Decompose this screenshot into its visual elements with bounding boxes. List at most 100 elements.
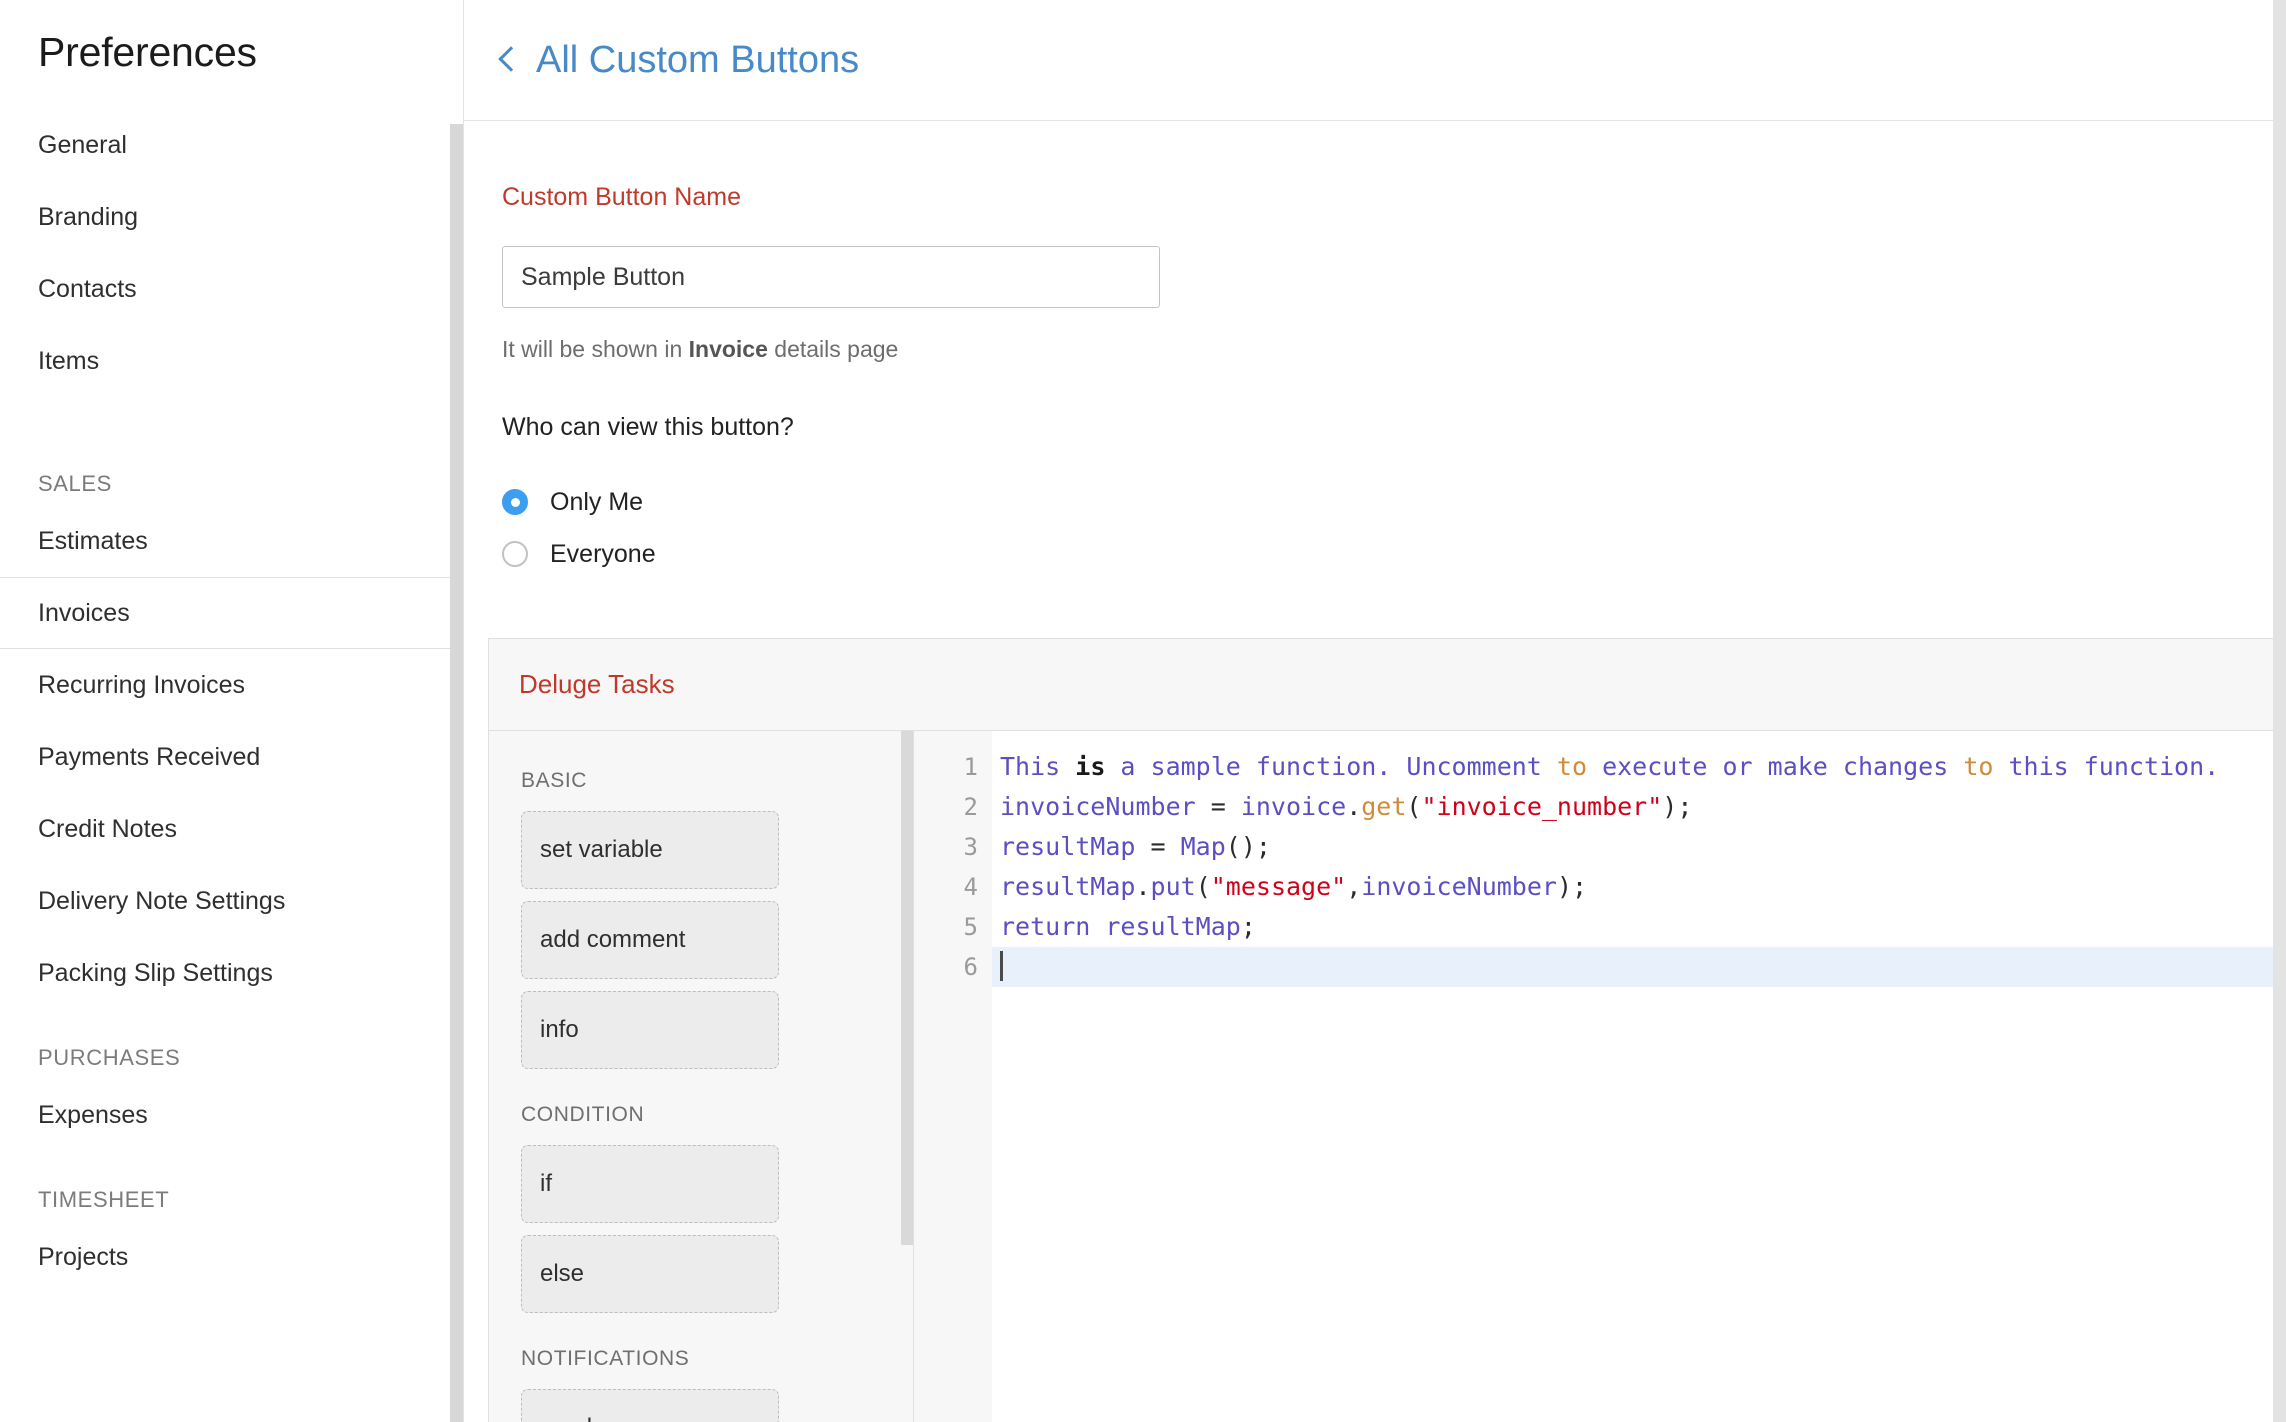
code-token: (: [1406, 792, 1422, 821]
code-token: );: [1662, 792, 1693, 821]
task-chip-else[interactable]: else: [521, 1235, 779, 1313]
code-token: get: [1361, 792, 1407, 821]
code-token: Map: [1180, 832, 1226, 861]
sidebar-item-recurring-invoices[interactable]: Recurring Invoices: [0, 649, 463, 721]
line-number: 1: [963, 753, 978, 781]
line-number: 3: [963, 833, 978, 861]
code-line[interactable]: resultMap = Map();: [992, 827, 2286, 867]
editor-line-number-gutter: 1 2 3 4 5 6: [914, 731, 992, 1422]
code-token: "invoice_number": [1421, 792, 1663, 821]
deluge-tasks-panel: Deluge Tasks ? Help BASIC set variable add…: [488, 638, 2286, 1422]
sidebar-item-invoices[interactable]: Invoices: [0, 577, 463, 650]
sidebar-item-general[interactable]: General: [0, 109, 463, 181]
sidebar-item-payments-received[interactable]: Payments Received: [0, 721, 463, 793]
text-cursor: [1000, 951, 1003, 981]
app-root: Preferences General Branding Contacts Items…: [0, 0, 2286, 1422]
line-number: 5: [963, 913, 978, 941]
page-title: Preferences: [38, 29, 257, 75]
editor-code-area[interactable]: This is a sample function. Uncomment to …: [992, 731, 2286, 1422]
line-number: 2: [963, 793, 978, 821]
code-token: .: [1346, 792, 1362, 821]
sidebar-item-projects[interactable]: Projects: [0, 1221, 463, 1293]
task-chip-if[interactable]: if: [521, 1145, 779, 1223]
back-to-all-custom-buttons-link[interactable]: All Custom Buttons: [498, 38, 860, 82]
sidebar-item-packing-slip-settings[interactable]: Packing Slip Settings: [0, 937, 463, 1009]
code-line[interactable]: resultMap.put("message",invoiceNumber);: [992, 867, 2286, 907]
task-chip-send-sms[interactable]: send sms: [521, 1389, 779, 1422]
task-chip-info[interactable]: info: [521, 991, 779, 1069]
sidebar-scrollbar[interactable]: [450, 124, 463, 1422]
code-token: ();: [1225, 832, 1271, 861]
preferences-nav: General Branding Contacts Items SALES Estimat…: [0, 109, 463, 1293]
sidebar-item-credit-notes[interactable]: Credit Notes: [0, 793, 463, 865]
code-line[interactable]: invoiceNumber = invoice.get("invoice_num…: [992, 787, 2286, 827]
radio-option-everyone[interactable]: Everyone: [502, 528, 2286, 580]
deluge-panel-header: Deluge Tasks ? Help: [489, 639, 2286, 731]
sidebar-item-branding[interactable]: Branding: [0, 181, 463, 253]
deluge-tasks-title: Deluge Tasks: [519, 669, 675, 699]
code-token: to: [1963, 752, 1994, 781]
task-palette-scrollbar[interactable]: [901, 731, 913, 1245]
code-token: put: [1150, 872, 1196, 901]
top-bar: All Custom Buttons: [464, 0, 2286, 121]
sidebar-item-items[interactable]: Items: [0, 325, 463, 397]
nav-group-purchases: PURCHASES: [38, 1045, 181, 1071]
task-group-heading-condition: CONDITION: [521, 1103, 645, 1126]
sidebar-scroll-content: Preferences General Branding Contacts Items…: [0, 0, 463, 1293]
code-line[interactable]: [992, 947, 2286, 987]
preferences-sidebar: Preferences General Branding Contacts Items…: [0, 0, 464, 1422]
helper-suffix: details page: [767, 336, 899, 362]
deluge-task-palette: BASIC set variable add comment info CONDITIO…: [489, 731, 914, 1422]
main-content: All Custom Buttons Custom Button Name It…: [464, 0, 2286, 1422]
code-token: invoiceNumber: [1000, 792, 1196, 821]
chevron-left-icon: [498, 46, 524, 72]
code-token: invoice: [1240, 792, 1347, 821]
sidebar-item-estimates[interactable]: Estimates: [0, 505, 463, 577]
visibility-question: Who can view this button?: [502, 413, 794, 441]
code-token: ,: [1346, 872, 1362, 901]
deluge-code-editor[interactable]: 1 2 3 4 5 6 This is a sample function. Uncomm…: [914, 731, 2286, 1422]
sidebar-item-contacts[interactable]: Contacts: [0, 253, 463, 325]
code-token: this function.: [1993, 752, 2220, 781]
helper-text: It will be shown in Invoice details page: [502, 336, 2286, 363]
code-line[interactable]: This is a sample function. Uncomment to …: [992, 747, 2286, 787]
radio-label: Everyone: [550, 539, 656, 568]
code-token: to: [1556, 752, 1588, 781]
radio-indicator[interactable]: [502, 541, 528, 567]
code-token: "message": [1210, 872, 1347, 901]
code-token: resultMap: [1000, 872, 1136, 901]
radio-label: Only Me: [550, 487, 644, 516]
custom-button-form: Custom Button Name It will be shown in I…: [464, 121, 2286, 580]
code-token: =: [1195, 792, 1241, 821]
sidebar-item-delivery-note-settings[interactable]: Delivery Note Settings: [0, 865, 463, 937]
code-token: ;: [1240, 912, 1256, 941]
code-token: (: [1195, 872, 1211, 901]
code-token: resultMap: [1105, 912, 1241, 941]
page-scrollbar[interactable]: [2273, 0, 2286, 1422]
code-token: a sample function. Uncomment: [1105, 752, 1557, 781]
code-token: =: [1135, 832, 1181, 861]
code-token: return: [1000, 912, 1091, 941]
sidebar-item-expenses[interactable]: Expenses: [0, 1079, 463, 1151]
code-token: );: [1556, 872, 1588, 901]
code-token: execute or make changes: [1587, 752, 1964, 781]
radio-option-only-me[interactable]: Only Me: [502, 476, 2286, 528]
line-number: 6: [963, 953, 978, 981]
task-chip-add-comment[interactable]: add comment: [521, 901, 779, 979]
code-line[interactable]: return resultMap;: [992, 907, 2286, 947]
back-link-label: All Custom Buttons: [536, 38, 860, 81]
code-token: invoiceNumber: [1361, 872, 1557, 901]
task-group-heading-basic: BASIC: [521, 769, 588, 792]
deluge-panel-body: BASIC set variable add comment info CONDITIO…: [489, 731, 2286, 1422]
code-token: is: [1075, 752, 1106, 781]
helper-prefix: It will be shown in: [502, 336, 689, 362]
radio-indicator[interactable]: [502, 489, 528, 515]
custom-button-name-label: Custom Button Name: [502, 183, 741, 211]
custom-button-name-input[interactable]: [502, 246, 1160, 308]
task-chip-set-variable[interactable]: set variable: [521, 811, 779, 889]
nav-group-sales: SALES: [38, 471, 112, 497]
nav-group-timesheet: TIMESHEET: [38, 1187, 170, 1213]
line-number: 4: [963, 873, 978, 901]
task-groups-container: BASIC set variable add comment info CONDITIO…: [521, 769, 913, 1422]
